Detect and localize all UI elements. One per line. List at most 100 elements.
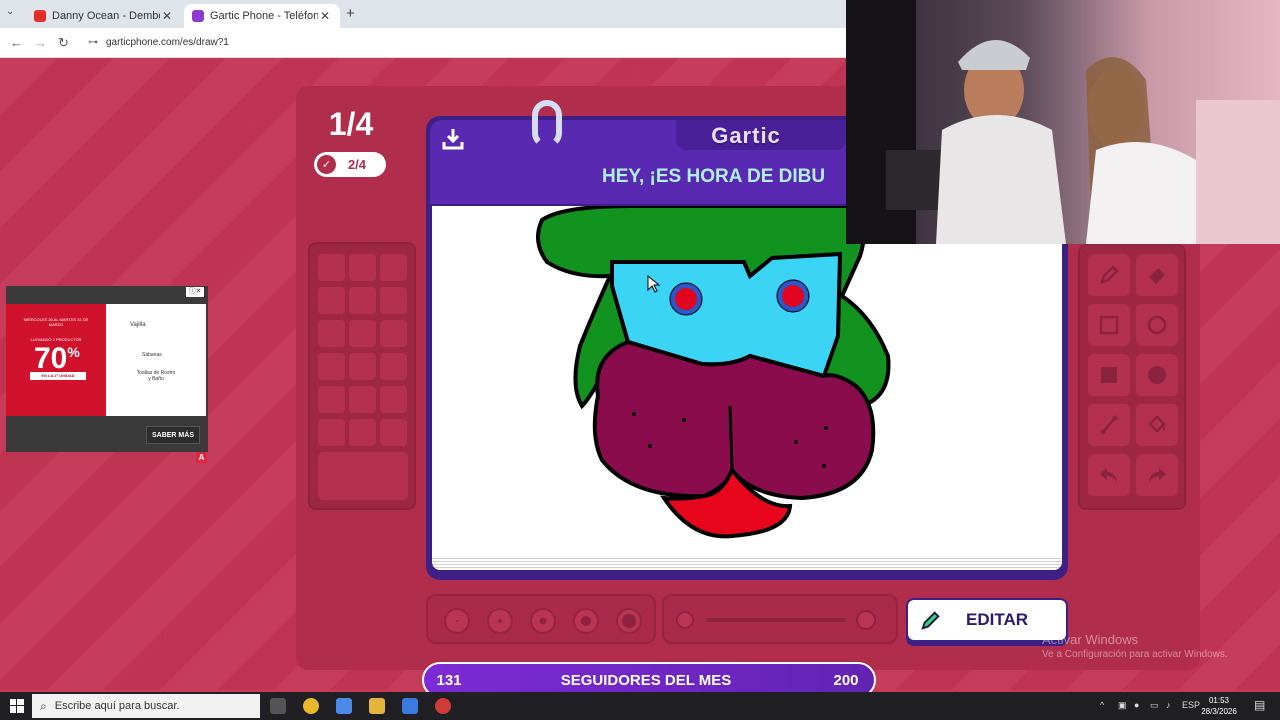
- ad-offer-panel: MIÉRCOLES 26 AL MARTES 31 DE MARZO LLEVA…: [6, 304, 106, 416]
- custom-color-swatch[interactable]: [318, 452, 408, 500]
- eraser-icon: [1149, 268, 1165, 284]
- file-explorer-icon[interactable]: [369, 698, 385, 714]
- ad-category-title: Vajilla: [130, 322, 146, 328]
- watermark-line1: Activar Windows: [1042, 632, 1139, 647]
- tray-chevron-icon[interactable]: ^: [1100, 700, 1104, 710]
- followers-current: 131: [436, 671, 462, 689]
- tab-close-icon[interactable]: ✕: [160, 9, 174, 23]
- copilot-icon[interactable]: [336, 698, 352, 714]
- brush-size-1[interactable]: [444, 608, 470, 634]
- drawing-canvas[interactable]: [432, 204, 1062, 558]
- ad-header-text: MIÉRCOLES 26 AL MARTES 31 DE MARZO: [23, 317, 89, 327]
- chrome-icon[interactable]: [303, 698, 319, 714]
- url-text: garticphone.com/es/draw?1: [106, 37, 229, 48]
- ad-percent: 70%: [34, 342, 80, 375]
- drawing-eye-right: [782, 285, 804, 307]
- notifications-icon[interactable]: ▤: [1254, 698, 1265, 712]
- tab-title: Danny Ocean - Dembow (O: [52, 10, 160, 22]
- fill-bucket-tool[interactable]: [1136, 404, 1178, 446]
- color-swatch[interactable]: [380, 353, 407, 380]
- color-swatch[interactable]: [380, 287, 407, 314]
- undo-button[interactable]: [1088, 454, 1130, 496]
- square-outline-icon: [1099, 315, 1119, 335]
- ad-band-text: EN LA 2ª UNIDAD: [30, 372, 86, 380]
- notebook-pages: [432, 556, 1062, 570]
- ellipse-fill-tool[interactable]: [1136, 354, 1178, 396]
- circle-filled-icon: [1148, 366, 1166, 384]
- ad-close-icon[interactable]: ⓘ✕: [186, 287, 204, 297]
- brush-size-4[interactable]: [573, 608, 599, 634]
- opacity-slider-box: [662, 594, 898, 644]
- url-field[interactable]: ⊶ garticphone.com/es/draw?1: [88, 37, 229, 48]
- browser-tab-strip: ⌄ Danny Ocean - Dembow (O ✕ Gartic Phone…: [0, 0, 846, 28]
- notebook-clip: [532, 100, 562, 148]
- tab-gartic-phone[interactable]: Gartic Phone - Teléfono Descon ✕: [184, 4, 340, 28]
- color-swatch[interactable]: [349, 320, 376, 347]
- ad-cta-button[interactable]: SABER MÁS: [146, 426, 200, 444]
- brush-size-3[interactable]: [530, 608, 556, 634]
- address-bar: ← → ↻ ⊶ garticphone.com/es/draw?1: [0, 28, 846, 58]
- edit-button-label: EDITAR: [965, 610, 1028, 629]
- tab-close-icon[interactable]: ✕: [318, 9, 332, 23]
- color-swatch[interactable]: [318, 353, 345, 380]
- taskbar-search[interactable]: ⌕ Escribe aquí para buscar.: [32, 694, 260, 718]
- followers-goal: 200: [833, 671, 859, 689]
- opacity-slider-handle[interactable]: [856, 610, 876, 630]
- color-swatch[interactable]: [380, 419, 407, 446]
- brush-size-2[interactable]: [487, 608, 513, 634]
- obs-icon[interactable]: [435, 698, 451, 714]
- drawing-snout-line: [728, 405, 734, 469]
- color-swatch[interactable]: [318, 419, 345, 446]
- site-info-icon[interactable]: ⊶: [88, 37, 98, 48]
- ad-item: Toallas de Rostro y Baño: [136, 370, 176, 382]
- back-arrow-icon[interactable]: ←: [10, 35, 23, 50]
- color-swatch[interactable]: [318, 386, 345, 413]
- ad-item: Sábanas: [142, 352, 162, 358]
- color-swatch[interactable]: [318, 287, 345, 314]
- redo-button[interactable]: [1136, 454, 1178, 496]
- color-swatch[interactable]: [349, 353, 376, 380]
- task-view-icon[interactable]: [270, 698, 286, 714]
- new-tab-plus-icon[interactable]: +: [346, 5, 355, 22]
- color-swatch[interactable]: [380, 254, 407, 281]
- clock-date: 28/3/2026: [1201, 707, 1237, 716]
- line-tool[interactable]: [1088, 404, 1130, 446]
- players-done-badge: ✓ 2/4: [314, 152, 386, 177]
- rectangle-outline-tool[interactable]: [1088, 304, 1130, 346]
- clock[interactable]: 01:53 28/3/2026: [1196, 695, 1242, 717]
- tab-danny-ocean[interactable]: Danny Ocean - Dembow (O ✕: [26, 4, 182, 28]
- tray-wifi-icon[interactable]: ▭: [1150, 700, 1159, 711]
- tab-search-chevron-icon[interactable]: ⌄: [6, 6, 14, 17]
- opacity-slider-track[interactable]: [706, 618, 846, 622]
- tab-title: Gartic Phone - Teléfono Descon: [210, 10, 318, 22]
- eraser-tool[interactable]: [1136, 254, 1178, 296]
- pencil-icon: [1100, 265, 1119, 284]
- windows-start-icon[interactable]: [10, 699, 24, 713]
- color-swatch[interactable]: [318, 320, 345, 347]
- color-swatch[interactable]: [349, 254, 376, 281]
- tray-volume-icon[interactable]: ♪: [1166, 700, 1171, 710]
- search-icon: ⌕: [40, 698, 47, 713]
- forward-arrow-icon[interactable]: →: [34, 35, 47, 50]
- color-swatch[interactable]: [318, 254, 345, 281]
- store-icon[interactable]: [402, 698, 418, 714]
- pencil-tool[interactable]: [1088, 254, 1130, 296]
- draw-prompt: HEY, ¡ES HORA DE DIBU: [602, 166, 826, 187]
- color-swatch[interactable]: [349, 287, 376, 314]
- color-swatch[interactable]: [380, 386, 407, 413]
- bucket-icon: [1148, 415, 1166, 433]
- reload-icon[interactable]: ↻: [58, 35, 69, 51]
- brush-size-5[interactable]: [616, 608, 642, 634]
- ellipse-outline-tool[interactable]: [1136, 304, 1178, 346]
- tray-mic-icon[interactable]: ●: [1134, 700, 1139, 710]
- color-swatch[interactable]: [380, 320, 407, 347]
- drawing-tools: [1078, 244, 1186, 510]
- tray-network-icon[interactable]: ▣: [1118, 700, 1127, 711]
- color-swatch[interactable]: [349, 386, 376, 413]
- download-icon[interactable]: [440, 126, 466, 152]
- taskbar-search-placeholder: Escribe aquí para buscar.: [54, 700, 180, 712]
- color-swatch[interactable]: [349, 419, 376, 446]
- gartic-favicon-icon: [192, 10, 204, 22]
- rectangle-fill-tool[interactable]: [1088, 354, 1130, 396]
- webcam-overlay: [846, 0, 1280, 244]
